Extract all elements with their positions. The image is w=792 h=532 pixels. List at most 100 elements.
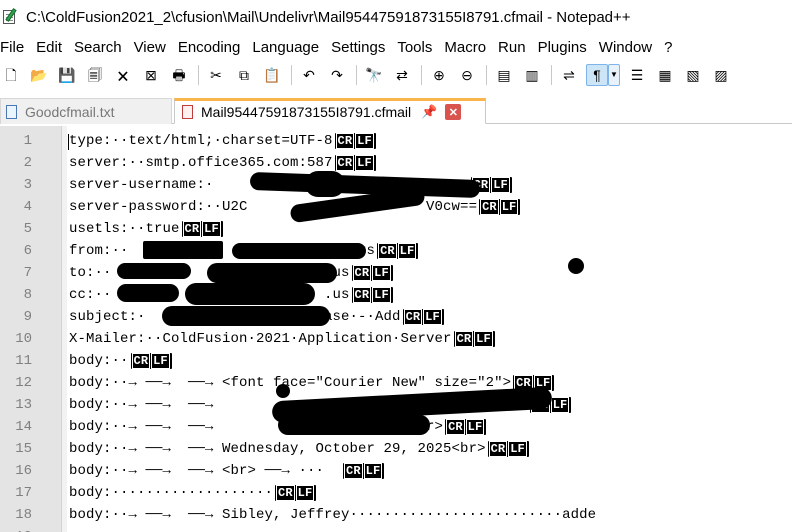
eol-cr: CR [446,419,465,435]
menu-bar: File Edit Search View Encoding Language Settin… [0,36,792,58]
editor-line[interactable]: 15 body:··→ ──→ ──→ Wednesday, October 29… [0,438,792,460]
editor-line[interactable]: 16 body:··→ ──→ ──→ <br> ──→ ··· CR LF [0,460,792,482]
menu-window[interactable]: Window [599,39,652,56]
paste-icon[interactable]: 📋 [261,64,283,86]
undo-icon[interactable]: ↶ [298,64,320,86]
eol-cr: CR [352,287,372,303]
eol-marker: CRLF [130,353,172,369]
tab-label: Mail95447591873155I8791.cfmail [201,104,412,120]
editor[interactable]: 1 type:··text/html;·charset=UTF-8 CR LF 2 ser… [0,126,792,532]
close-all-icon[interactable]: ⊠ [140,64,162,86]
menu-edit[interactable]: Edit [36,39,62,56]
line-text: body:··→ ──→ ──→ <br> ──→ ··· CR LF [69,463,385,479]
eol-marker: CRLF [351,287,393,303]
eol-marker: CRLF [487,441,529,457]
menu-encoding[interactable]: Encoding [178,39,241,56]
eol-cr: CR [344,463,363,479]
editor-line[interactable]: 17 body:··················· CR LF [0,482,792,504]
function-list-icon[interactable]: ▨ [710,64,732,86]
editor-line[interactable]: 9 subject:· Case·-·Add CR LF [0,306,792,328]
copy-icon[interactable]: ⧉ [233,64,255,86]
eol-marker: CRLF [275,485,317,501]
menu-run[interactable]: Run [498,39,526,56]
show-all-characters-icon[interactable]: ¶ [586,64,608,86]
redo-icon[interactable]: ↷ [326,64,348,86]
line-number: 9 [23,309,32,325]
menu-settings[interactable]: Settings [331,39,385,56]
pin-icon[interactable]: 📌 [421,104,437,120]
close-tab-icon[interactable]: ✕ [445,104,462,120]
zoom-out-icon[interactable]: ⊖ [456,64,478,86]
user-lang-icon[interactable]: ▦ [654,64,676,86]
line-number: 5 [23,221,32,237]
line-content: server:··smtp.office365.com:587 [69,155,333,171]
line-content: body:··················· [69,485,274,501]
editor-line[interactable]: 2 server:··smtp.office365.com:587 CR LF [0,152,792,174]
eol-marker: CRLF [402,309,444,325]
eol-cr: CR [276,485,295,501]
replace-icon[interactable]: ⇄ [391,64,413,86]
menu-file[interactable]: File [0,39,24,56]
eol-cr: CR [352,265,372,281]
line-text: server:··smtp.office365.com:587 CR LF [69,155,376,171]
menu-macro[interactable]: Macro [444,39,486,56]
eol-lf: LF [355,155,374,171]
indent-guide-icon[interactable]: ☰ [626,64,648,86]
menu-help[interactable]: ? [664,39,672,56]
editor-line[interactable]: 5 usetls:··true CR LF [0,218,792,240]
chevron-down-icon[interactable]: ▼ [608,64,620,86]
line-number: 13 [15,397,32,413]
ink-dot [276,384,290,398]
editor-line[interactable]: 12 body:··→ ──→ ──→ <font face="Courier N… [0,372,792,394]
line-text: body:··→ ──→ ──→ Wednesday, October 29, … [69,441,529,457]
line-number: 1 [23,133,32,149]
open-file-icon[interactable]: 📂 [28,64,50,86]
save-icon[interactable]: 💾 [56,64,78,86]
editor-line[interactable]: 18 body:··→ ──→ ──→ Sibley, Jeffrey······… [0,504,792,526]
line-number: 4 [23,199,32,215]
redaction-mark [305,171,345,197]
menu-search[interactable]: Search [74,39,122,56]
line-content: body:··→ ──→ ──→ <br> ──→ ··· [69,463,342,479]
menu-plugins[interactable]: Plugins [538,39,587,56]
ink-dot [568,258,584,274]
line-number: 3 [23,177,32,193]
menu-language[interactable]: Language [252,39,319,56]
eol-lf: LF [499,199,519,215]
eol-cr: CR [454,331,474,347]
sync-vertical-icon[interactable]: ▤ [493,64,515,86]
editor-line[interactable]: 6from:·· .usCRLF [0,240,792,262]
word-wrap-icon[interactable]: ⇌ [558,64,580,86]
zoom-in-icon[interactable]: ⊕ [428,64,450,86]
cut-icon[interactable]: ✂ [205,64,227,86]
line-number: 2 [23,155,32,171]
line-number: 10 [15,331,32,347]
eol-cr: CR [403,309,423,325]
eol-cr: CR [335,133,355,149]
editor-line[interactable]: 11 body:·· CR LF [0,350,792,372]
tab-strip: Goodcfmail.txt Mail95447591873155I8791.c… [0,96,792,124]
find-icon[interactable]: 🔭 [363,64,385,86]
eol-marker: CRLF [334,155,376,171]
eol-cr: CR [335,155,355,171]
doc-map-icon[interactable]: ▧ [682,64,704,86]
print-icon[interactable]: 🖶 [168,64,190,86]
menu-view[interactable]: View [134,39,166,56]
editor-line[interactable]: 1 type:··text/html;·charset=UTF-8 CR LF [0,130,792,152]
save-all-icon[interactable]: 🗐 [84,64,106,86]
toolbar-separator [486,65,487,85]
line-content: body:··→ ──→ ──→ <font face="Courier New… [69,375,512,391]
line-text: body:·· CR LF [69,353,172,369]
toolbar-separator [291,65,292,85]
new-file-icon[interactable]: 🗋 [0,64,22,86]
close-icon[interactable]: 🗙 [112,64,134,86]
line-text: body:··················· CR LF [69,485,317,501]
sync-horizontal-icon[interactable]: ▥ [521,64,543,86]
line-number: 11 [15,353,32,369]
menu-tools[interactable]: Tools [397,39,432,56]
editor-line[interactable]: 19 [0,526,792,532]
eol-lf: LF [363,463,383,479]
editor-line[interactable]: 10 X-Mailer:··ColdFusion·2021·Application… [0,328,792,350]
tab-goodcfmail[interactable]: Goodcfmail.txt [0,98,172,124]
tab-mail-cfmail[interactable]: Mail95447591873155I8791.cfmail 📌 ✕ [174,98,486,124]
